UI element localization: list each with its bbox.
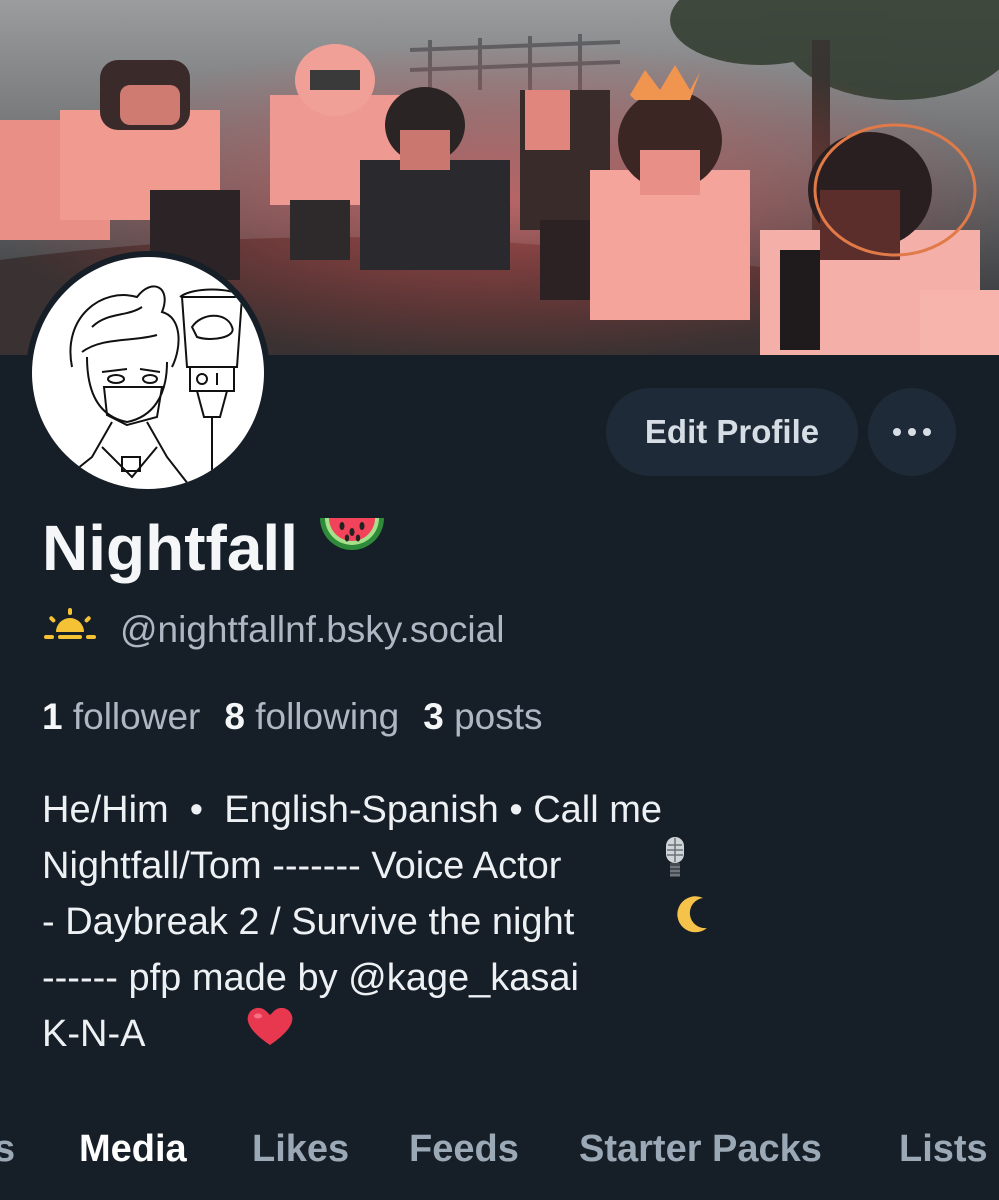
bio-line: K-N-A bbox=[42, 1006, 962, 1062]
bio-line-text: He/Him • English-Spanish • Call me bbox=[42, 789, 663, 831]
profile-stats: 1 follower 8 following 3 posts bbox=[42, 696, 543, 738]
followers-stat[interactable]: 1 follower bbox=[42, 696, 200, 737]
profile-page: Edit Profile Nightfall @nightfallnf.bsky… bbox=[0, 0, 999, 1200]
tab-media[interactable]: Media bbox=[79, 1128, 187, 1171]
tab-posts-partial[interactable]: s bbox=[0, 1128, 15, 1171]
bio-line: Nightfall/Tom ------- Voice Actor bbox=[42, 837, 962, 894]
crescent-moon-icon bbox=[590, 838, 710, 1006]
bio-line-text: - Daybreak 2 / Survive the night bbox=[42, 901, 575, 943]
display-name: Nightfall bbox=[42, 511, 298, 584]
bio-line-text: ------ pfp made by @kage_kasai bbox=[42, 957, 579, 999]
profile-tabs: s Media Likes Feeds Starter Packs Lists bbox=[0, 1108, 999, 1200]
profile-bio: He/Him • English-Spanish • Call me Night… bbox=[42, 782, 962, 1062]
ellipsis-icon bbox=[893, 428, 931, 436]
following-count: 8 bbox=[224, 696, 245, 737]
tab-lists[interactable]: Lists bbox=[899, 1128, 988, 1171]
more-options-button[interactable] bbox=[868, 388, 956, 476]
following-label: following bbox=[255, 696, 400, 737]
posts-stat: 3 posts bbox=[423, 696, 542, 737]
avatar-image bbox=[32, 257, 264, 489]
bio-line-text: K-N-A bbox=[42, 1013, 146, 1055]
watermelon-emoji-icon bbox=[316, 510, 388, 585]
posts-label: posts bbox=[454, 696, 543, 737]
display-name-row: Nightfall bbox=[42, 510, 388, 585]
posts-count: 3 bbox=[423, 696, 444, 737]
bio-line: He/Him • English-Spanish • Call me bbox=[42, 782, 962, 838]
handle-row: @nightfallnf.bsky.social bbox=[42, 608, 504, 651]
following-stat[interactable]: 8 following bbox=[224, 696, 399, 737]
edit-profile-button[interactable]: Edit Profile bbox=[606, 388, 858, 476]
handle-text[interactable]: @nightfallnf.bsky.social bbox=[120, 609, 504, 651]
sunrise-icon bbox=[42, 608, 98, 651]
followers-count: 1 bbox=[42, 696, 63, 737]
red-heart-icon bbox=[161, 949, 293, 1119]
bio-line: - Daybreak 2 / Survive the night bbox=[42, 894, 962, 950]
tab-likes[interactable]: Likes bbox=[252, 1128, 349, 1171]
followers-label: follower bbox=[72, 696, 201, 737]
tab-feeds[interactable]: Feeds bbox=[409, 1128, 519, 1171]
bio-line-text: Nightfall/Tom ------- Voice Actor bbox=[42, 845, 562, 887]
tab-starter-packs[interactable]: Starter Packs bbox=[579, 1128, 822, 1171]
avatar[interactable] bbox=[26, 251, 270, 495]
